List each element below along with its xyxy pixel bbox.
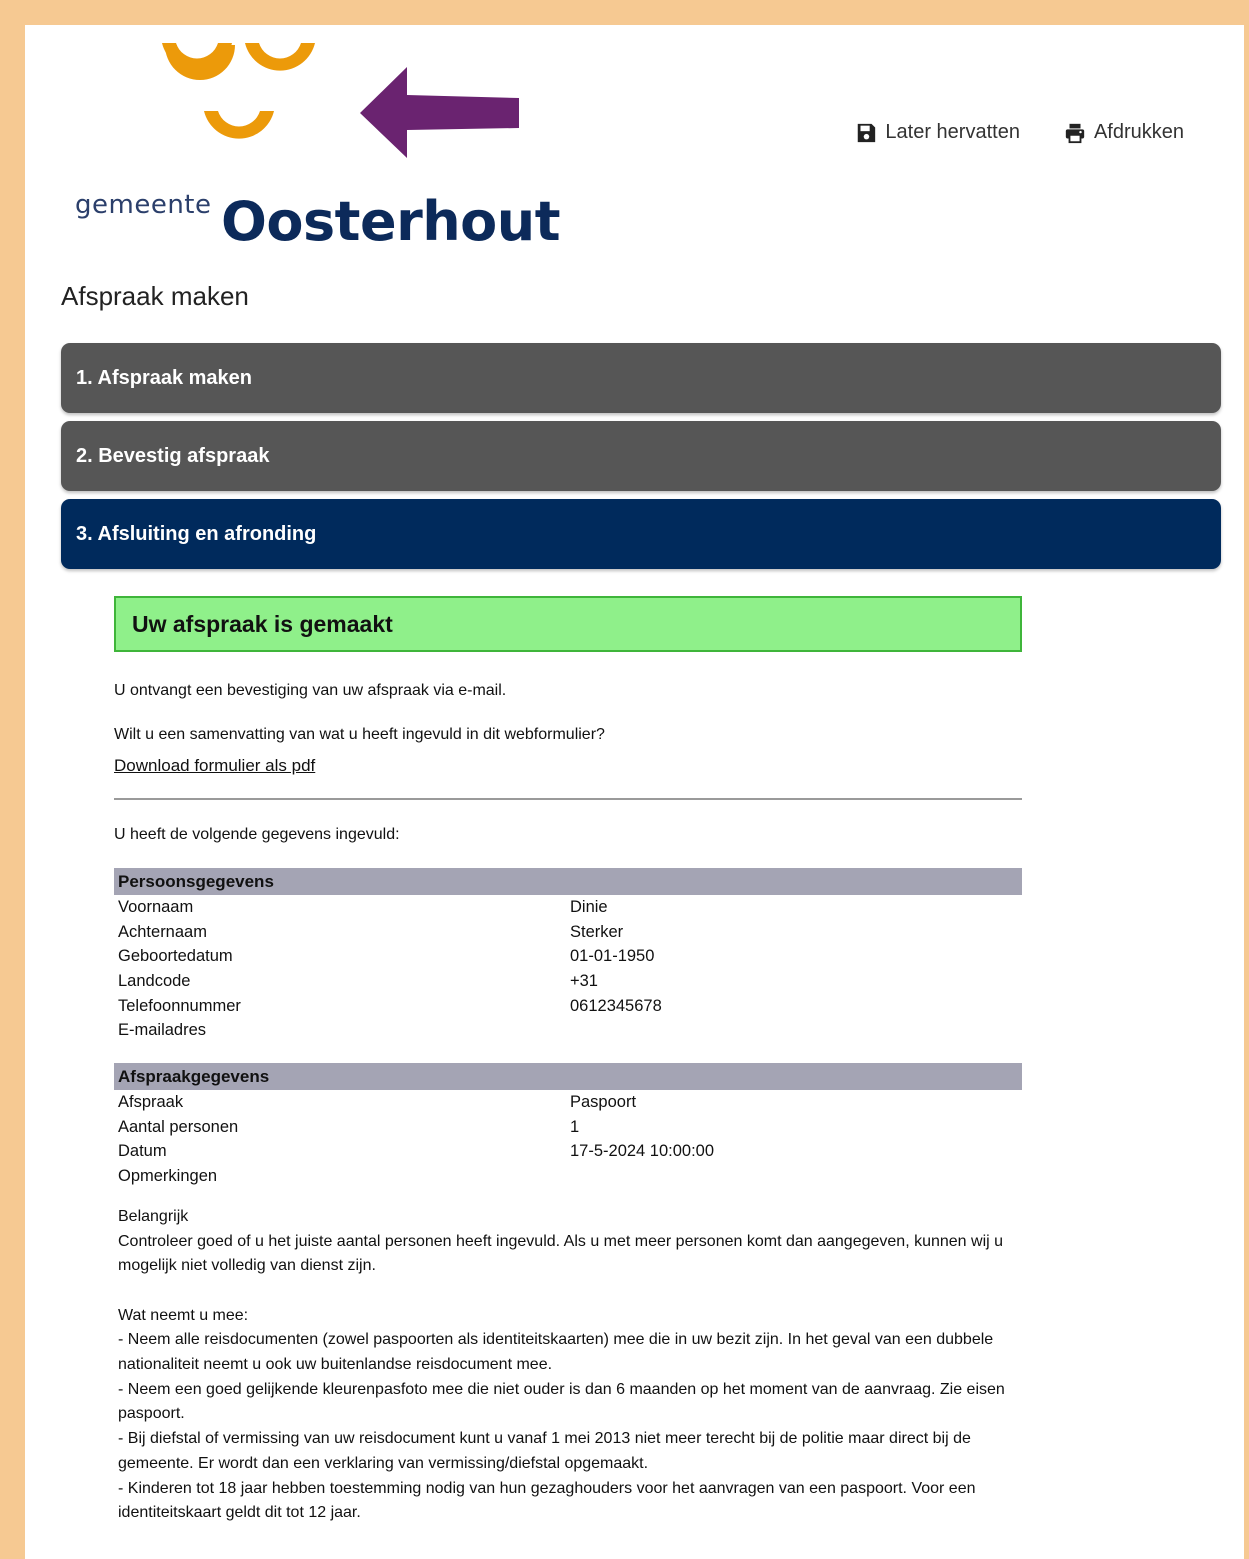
row-value: 0612345678 xyxy=(570,996,662,1015)
afdrukken-button[interactable]: Afdrukken xyxy=(1064,121,1184,144)
important-notes: Belangrijk Controleer goed of u het juis… xyxy=(114,1205,1018,1526)
row-label: Opmerkingen xyxy=(118,1167,218,1186)
row-value: 1 xyxy=(570,1117,580,1136)
step-afsluiting-en-afronding[interactable]: 3. Afsluiting en afronding xyxy=(61,499,1221,569)
important-text: Controleer goed of u het juiste aantal p… xyxy=(118,1232,1004,1275)
table-row: Afspraak Paspoort xyxy=(118,1090,1022,1115)
row-value: Dinie xyxy=(570,897,608,916)
pointer-arrow-icon xyxy=(360,67,519,158)
save-icon xyxy=(858,123,876,142)
personal-rows: Voornaam Dinie Achternaam Sterker Geboorte… xyxy=(114,895,1022,1043)
step-bevestig-afspraak[interactable]: 2. Bevestig afspraak xyxy=(61,421,1221,491)
printer-icon xyxy=(1065,123,1085,143)
bring-item: - Neem alle reisdocumenten (zowel paspoo… xyxy=(118,1331,994,1374)
page-title: Afspraak maken xyxy=(61,281,249,311)
table-row: E-mailadres xyxy=(118,1018,1022,1043)
row-label: Landcode xyxy=(118,971,191,990)
summary-question: Wilt u een samenvatting van wat u heeft … xyxy=(114,726,605,743)
row-value: Sterker xyxy=(570,922,624,941)
important-title: Belangrijk xyxy=(118,1207,189,1225)
table-row: Aantal personen 1 xyxy=(118,1115,1022,1140)
row-label: Datum xyxy=(118,1142,167,1161)
table-row: Achternaam Sterker xyxy=(118,920,1022,945)
filled-intro: U heeft de volgende gegevens ingevuld: xyxy=(114,826,400,843)
bring-item: - Neem een goed gelijkende kleurenpasfot… xyxy=(118,1380,1005,1423)
divider xyxy=(114,798,1022,800)
bring-item: - Bij diefstal of vermissing van uw reis… xyxy=(118,1430,971,1472)
row-label: Aantal personen xyxy=(118,1117,239,1136)
afdrukken-label: Afdrukken xyxy=(1093,121,1184,143)
table-row: Telefoonnummer 0612345678 xyxy=(118,994,1022,1019)
step-list: 1. Afspraak maken 2. Bevestig afspraak 3… xyxy=(61,343,1221,577)
row-label: Telefoonnummer xyxy=(118,996,241,1015)
row-label: Afspraak xyxy=(118,1092,184,1111)
row-label: Achternaam xyxy=(118,922,207,941)
download-pdf-link[interactable]: Download formulier als pdf xyxy=(114,756,315,776)
municipality-logo: gemeente Oosterhout xyxy=(25,25,561,275)
bring-item: - Kinderen tot 18 jaar hebben toestemmin… xyxy=(118,1479,976,1522)
row-label: E-mailadres xyxy=(118,1021,207,1040)
row-value: 01-01-1950 xyxy=(570,947,655,966)
step-afspraak-maken[interactable]: 1. Afspraak maken xyxy=(61,343,1221,413)
logo-emblem-icon xyxy=(162,43,519,158)
table-row: Datum 17-5-2024 10:00:00 xyxy=(118,1140,1022,1165)
table-row: Landcode +31 xyxy=(118,969,1022,994)
row-label: Geboortedatum xyxy=(118,947,233,966)
section-persoonsgegevens: Persoonsgegevens xyxy=(114,868,1022,895)
table-row: Geboortedatum 01-01-1950 xyxy=(118,944,1022,969)
row-value: Paspoort xyxy=(570,1092,637,1111)
later-hervatten-label: Later hervatten xyxy=(885,121,1020,143)
logo-word-gemeente: gemeente xyxy=(75,190,212,220)
page: gemeente Oosterhout Later hervatten Afdr… xyxy=(25,25,1244,1559)
row-label: Voornaam xyxy=(118,897,194,916)
section-afspraakgegevens: Afspraakgegevens xyxy=(114,1063,1022,1091)
row-value: 17-5-2024 10:00:00 xyxy=(570,1142,715,1161)
bring-title: Wat neemt u mee: xyxy=(118,1306,249,1324)
header-actions: Later hervatten Afdrukken xyxy=(855,121,1184,144)
email-note: U ontvangt een bevestiging van uw afspra… xyxy=(114,682,507,699)
later-hervatten-button[interactable]: Later hervatten xyxy=(855,121,1020,144)
confirmation-content: Uw afspraak is gemaakt U ontvangt een be… xyxy=(114,596,1022,1526)
logo-word-oosterhout: Oosterhout xyxy=(221,190,561,253)
row-value: +31 xyxy=(570,971,598,990)
appointment-rows: Afspraak Paspoort Aantal personen 1 Datum 1… xyxy=(114,1090,1022,1189)
success-banner: Uw afspraak is gemaakt xyxy=(114,596,1022,652)
table-row: Voornaam Dinie xyxy=(118,895,1022,920)
table-row: Opmerkingen xyxy=(118,1164,1022,1189)
